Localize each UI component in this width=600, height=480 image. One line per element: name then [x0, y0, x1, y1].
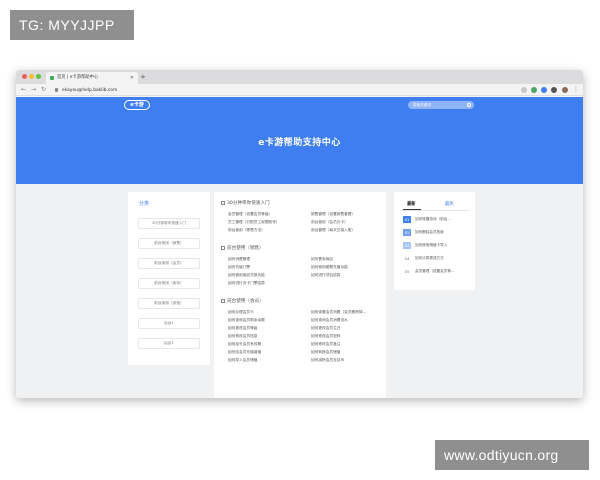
- article-link[interactable]: 如何减除会员支持币: [311, 358, 344, 363]
- article-link[interactable]: 如何查询会员剩余余额: [228, 318, 265, 323]
- rank-number: 03: [403, 242, 411, 249]
- sidebar-item[interactable]: 前台使用（销售）: [138, 238, 200, 249]
- category-sidebar: 分类 30分钟带你快速入门 前台使用（销售） 前台使用（会员） 前台使用（库存）…: [128, 192, 210, 365]
- url-field[interactable]: ekayou@help.baklib.com: [54, 86, 519, 95]
- article-link[interactable]: 如何办理会员卡: [228, 310, 254, 315]
- article-link[interactable]: 如何使用套餐充值功能: [311, 265, 348, 270]
- rank-number: 04: [404, 256, 410, 261]
- extension-icon[interactable]: [541, 87, 547, 93]
- article-link[interactable]: 如何更改会员等级: [228, 326, 258, 331]
- article-link[interactable]: 如何使用商品兑换功能: [228, 273, 265, 278]
- article-link[interactable]: 如何进行项目结算: [311, 273, 341, 278]
- rank-number: 01: [403, 216, 411, 223]
- help-center-page: e卡游 搜索关键词 e卡游帮助支持中心 分类 30分钟带你快速入门 前台使用（销…: [16, 97, 583, 398]
- article-link[interactable]: 前台使用（零售方法）: [228, 228, 265, 233]
- site-logo[interactable]: e卡游: [124, 100, 150, 110]
- lock-icon: [55, 88, 58, 92]
- favicon-icon: [50, 76, 54, 80]
- rank-number: 02: [403, 229, 411, 236]
- search-placeholder: 搜索关键词: [413, 103, 431, 107]
- article-link[interactable]: 如何进行次卡门票结算: [228, 281, 265, 286]
- article-link[interactable]: 如何更改会员生日: [311, 326, 341, 331]
- reload-icon[interactable]: ↻: [41, 85, 46, 95]
- article-link[interactable]: 如何修改会员备注: [311, 342, 341, 347]
- folder-icon: [221, 200, 225, 205]
- article-list: 30分钟带你快速入门 会员管理（设置会员等级） 销售管理（设置销售套餐） 员工管…: [214, 192, 386, 398]
- sidebar-item[interactable]: 前台使用（其他）: [138, 298, 200, 309]
- article-link[interactable]: 如何修改会员密码: [311, 334, 341, 339]
- article-link[interactable]: 销售管理（设置销售套餐）: [311, 212, 355, 217]
- divider: [400, 210, 469, 211]
- rank-number: 05: [404, 269, 410, 274]
- sidebar-item[interactable]: 后台1: [138, 318, 200, 329]
- article-link[interactable]: 如何给会员充值增值: [228, 350, 261, 355]
- sidebar-item[interactable]: 前台使用（库存）: [138, 278, 200, 289]
- article-link[interactable]: 如何消费管理: [228, 257, 250, 262]
- browser-window: 首页 | e卡游帮助中心 ✕ + ← → ↻ ekayou@help.bakli…: [16, 70, 583, 398]
- watermark-bottom-right: www.odtiyucn.org: [435, 440, 589, 470]
- forward-icon[interactable]: →: [31, 85, 36, 95]
- article-link[interactable]: 如何延长会员有效期: [228, 342, 261, 347]
- extension-icon[interactable]: [551, 87, 557, 93]
- ranked-article-link[interactable]: 会员管理（设置会员等…: [415, 269, 455, 274]
- address-bar-row: ← → ↻ ekayou@help.baklib.com ⋮: [16, 84, 583, 96]
- article-link[interactable]: 前台管理（每天交接入账）: [311, 228, 355, 233]
- browser-tab-title: 首页 | e卡游帮助中心: [57, 75, 99, 80]
- section-title: 30分钟带你快速入门: [221, 200, 270, 206]
- section-title: 前台使用（销售）: [221, 245, 264, 251]
- ranked-article-link[interactable]: 如何使用储值卡导入: [415, 243, 447, 248]
- folder-icon: [221, 245, 225, 250]
- minimize-window-button[interactable]: [29, 74, 34, 79]
- search-icon[interactable]: [467, 103, 471, 107]
- back-icon[interactable]: ←: [21, 85, 26, 95]
- page-title: e卡游帮助支持中心: [258, 138, 341, 148]
- extension-icon[interactable]: [531, 87, 537, 93]
- bookmark-star-icon[interactable]: [521, 87, 527, 93]
- tab-latest[interactable]: 最新: [407, 201, 416, 207]
- article-link[interactable]: 如何查看会员消费（会员删除掉…: [311, 310, 366, 315]
- sidebar-item[interactable]: 30分钟带你快速入门: [138, 218, 200, 229]
- watermark-top-left: TG: MYYJJPP: [10, 10, 134, 40]
- sidebar-item[interactable]: 前台使用（会员）: [138, 258, 200, 269]
- article-link[interactable]: 如何查询会员消费流水: [311, 318, 348, 323]
- browser-tab-strip: 首页 | e卡游帮助中心 ✕ +: [16, 70, 583, 84]
- ranking-panel: 最新 最热 01 如何转赠游戏（前后… 02 如何删除会员档案 03 如何使用储…: [394, 192, 475, 290]
- section-title: 前台使用（会员）: [221, 298, 264, 304]
- tab-hottest[interactable]: 最热: [445, 201, 454, 207]
- article-link[interactable]: 员工管理（分配员工权限账号）: [228, 220, 280, 225]
- browser-tab[interactable]: 首页 | e卡游帮助中心 ✕: [46, 72, 138, 84]
- article-link[interactable]: 如何修改会员信息: [228, 334, 258, 339]
- close-window-button[interactable]: [22, 74, 27, 79]
- ranked-article-link[interactable]: 如何删除会员档案: [415, 230, 444, 235]
- avatar[interactable]: [562, 87, 568, 93]
- folder-icon: [221, 298, 225, 303]
- maximize-window-button[interactable]: [36, 74, 41, 79]
- search-input[interactable]: 搜索关键词: [408, 101, 474, 109]
- article-link[interactable]: 如何充值门票: [228, 265, 250, 270]
- sidebar-title: 分类: [139, 201, 150, 207]
- sidebar-item[interactable]: 后台2: [138, 338, 200, 349]
- menu-icon[interactable]: ⋮: [573, 85, 579, 95]
- ranked-article-link[interactable]: 如何计算提成方式: [415, 256, 444, 261]
- new-tab-icon[interactable]: +: [140, 72, 146, 82]
- article-link[interactable]: 会员管理（设置会员等级）: [228, 212, 272, 217]
- hero-banner: e卡游 搜索关键词 e卡游帮助支持中心: [16, 97, 583, 184]
- article-link[interactable]: 如何转换会员储值: [311, 350, 341, 355]
- article-link[interactable]: 前台使用（会员办卡）: [311, 220, 348, 225]
- url-text: ekayou@help.baklib.com: [62, 87, 118, 93]
- ranked-article-link[interactable]: 如何转赠游戏（前后…: [415, 217, 451, 222]
- tab-close-icon[interactable]: ✕: [130, 72, 134, 84]
- article-link[interactable]: 如何售卖商品: [311, 257, 333, 262]
- article-link[interactable]: 如何导入会员储值: [228, 358, 258, 363]
